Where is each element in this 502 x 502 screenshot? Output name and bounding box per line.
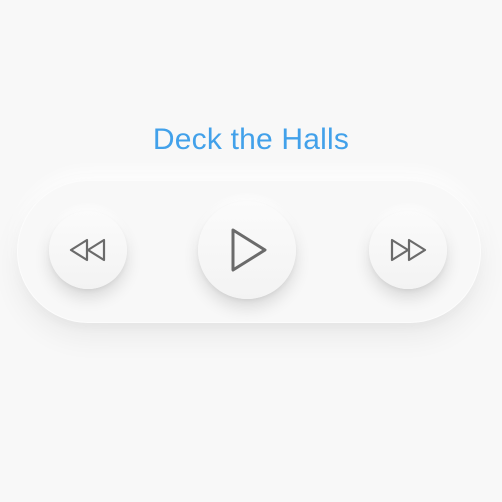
track-title: Deck the Halls <box>152 123 350 156</box>
fast-forward-icon <box>388 237 428 263</box>
fast-forward-button[interactable] <box>369 211 447 289</box>
rewind-button[interactable] <box>49 211 127 289</box>
music-player: Deck the Halls <box>0 0 502 502</box>
play-icon <box>225 226 269 274</box>
rewind-icon <box>68 237 108 263</box>
play-button[interactable] <box>198 201 296 299</box>
